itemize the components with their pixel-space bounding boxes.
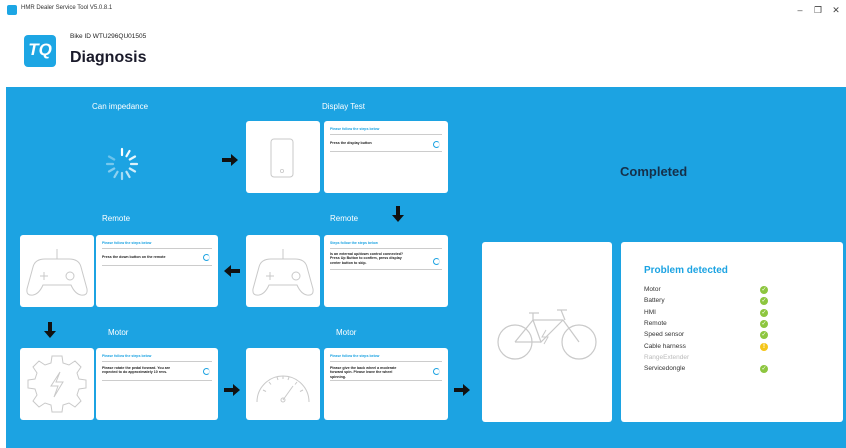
arrow-right-icon (224, 384, 240, 396)
bike-id: Bike ID WTU296QU01505 (70, 33, 147, 40)
display-instructions-panel: Please follow the steps below Press the … (324, 121, 448, 193)
remote-card-left (20, 235, 94, 307)
problem-detected-panel: Problem detected Motor ✓ Battery ✓ HMI ✓ Remot… (621, 242, 843, 422)
tq-logo: TQ (24, 35, 56, 67)
arrow-down-icon (392, 206, 404, 222)
panel-heading: Steps follow the steps below (330, 241, 378, 245)
display-card (246, 121, 320, 193)
panel-heading: Please follow the steps below (330, 354, 380, 358)
arrow-down-icon (44, 322, 56, 338)
component-status-row: HMI (644, 308, 656, 316)
bike-card (482, 242, 612, 422)
progress-icon (203, 368, 210, 375)
arrow-right-icon (454, 384, 470, 396)
check-icon: ✓ (760, 308, 768, 317)
divider (330, 269, 442, 270)
check-icon: ✓ (760, 365, 768, 374)
divider (102, 265, 212, 266)
check-icon: ✓ (760, 331, 768, 340)
app-icon (7, 5, 17, 15)
arrow-right-icon (222, 154, 238, 166)
gamepad-icon (252, 249, 314, 296)
status-completed: Completed (620, 164, 688, 179)
divider (102, 248, 212, 249)
component-status-row: Cable harness (644, 342, 686, 350)
progress-icon (433, 258, 440, 265)
divider (330, 380, 442, 381)
remote-left-instructions-panel: Please follow the steps below Press the … (96, 235, 218, 307)
progress-icon (433, 368, 440, 375)
panel-instruction: Press the display button (330, 141, 372, 145)
component-status-row: Motor (644, 286, 661, 293)
component-status-row: Battery (644, 297, 665, 305)
progress-icon (433, 141, 440, 148)
step-label-motor-right: Motor (336, 328, 357, 337)
check-icon: ✓ (760, 297, 768, 306)
motor-card-left (20, 348, 94, 420)
restore-button[interactable]: ❐ (811, 3, 825, 17)
display-icon (270, 138, 294, 178)
panel-heading: Please follow the steps below (102, 241, 152, 245)
speedometer-icon (256, 375, 310, 403)
panel-instruction: Press the down button on the remote (102, 255, 166, 259)
close-button[interactable]: ✕ (829, 3, 843, 17)
divider (102, 361, 212, 362)
panel-instruction: Is an external up/down control connected… (330, 252, 404, 265)
minimize-button[interactable]: – (793, 3, 807, 17)
step-label-display-test: Display Test (322, 102, 365, 111)
step-label-motor-left: Motor (108, 328, 129, 337)
arrow-left-icon (224, 265, 240, 277)
check-icon: ✓ (760, 319, 768, 328)
problem-detected-title: Problem detected (644, 265, 728, 276)
motor-left-instructions-panel: Please follow the steps below Please rot… (96, 348, 218, 420)
component-status-row: Remote (644, 319, 667, 327)
title-bar: HMR Dealer Service Tool V5.0.8.1 – ❐ ✕ (0, 0, 846, 20)
window-title: HMR Dealer Service Tool V5.0.8.1 (21, 5, 113, 11)
app-window: HMR Dealer Service Tool V5.0.8.1 – ❐ ✕ T… (0, 0, 846, 448)
divider (102, 380, 212, 381)
progress-icon (203, 254, 210, 261)
divider (330, 151, 442, 152)
warning-icon: ! (760, 342, 768, 351)
panel-instruction: Please rotate the pedal forward. You are… (102, 366, 171, 375)
step-label-remote-right: Remote (330, 214, 359, 223)
divider (330, 248, 442, 249)
page-title: Diagnosis (70, 49, 147, 66)
step-label-remote-left: Remote (102, 214, 131, 223)
panel-instruction: Please give the back wheel a moderate fo… (330, 366, 397, 379)
step-label-can-impedance: Can impedance (92, 102, 149, 111)
divider (330, 361, 442, 362)
motor-gear-icon (27, 355, 87, 413)
check-icon: ✓ (760, 286, 768, 294)
panel-heading: Please follow the steps below (102, 354, 152, 358)
loading-spinner-icon (105, 147, 139, 181)
ebike-icon (497, 309, 597, 360)
component-status-row: RangeExtender (644, 353, 690, 361)
motor-right-instructions-panel: Please follow the steps below Please giv… (324, 348, 448, 420)
motor-card-right (246, 348, 320, 420)
component-status-row: Servicedongle (644, 365, 686, 373)
component-status-row: Speed sensor (644, 331, 685, 339)
divider (330, 134, 442, 135)
panel-heading: Please follow the steps below (330, 127, 380, 131)
remote-right-instructions-panel: Steps follow the steps below Is an exter… (324, 235, 448, 307)
remote-card-right (246, 235, 320, 307)
gamepad-icon (26, 249, 88, 296)
